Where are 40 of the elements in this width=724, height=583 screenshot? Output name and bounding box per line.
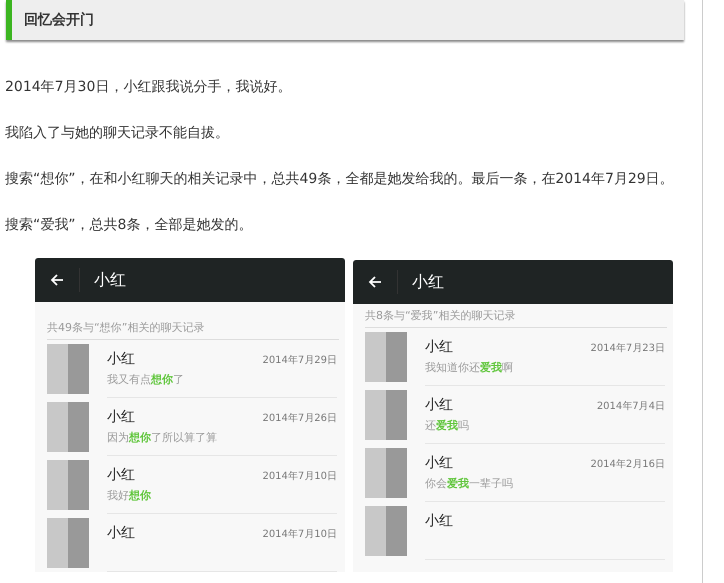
back-arrow-icon[interactable] (367, 274, 383, 290)
avatar-placeholder (365, 332, 407, 382)
message-preview: 你会爱我一辈子吗 (425, 476, 514, 491)
section-title: 回忆会开门 (24, 11, 94, 29)
message-date: 2014年7月26日 (262, 412, 337, 425)
avatar-placeholder (365, 448, 407, 498)
contact-name: 小红 (107, 350, 135, 368)
contact-name: 小红 (107, 408, 135, 426)
avatar-placeholder (47, 402, 89, 452)
message-preview: 因为想你了所以算了算 (107, 430, 218, 445)
message-date: 2014年7月23日 (590, 342, 665, 355)
paragraph: 搜索“爱我”，总共8条，全部是她发的。 (4, 216, 254, 235)
message-date: 2014年7月10日 (262, 528, 337, 541)
paragraph: 搜索“想你”，在和小红聊天的相关记录中，总共49条，全都是她发给我的。最后一条，在2014年7月29日。 (4, 170, 675, 189)
message-preview: 还爱我吗 (425, 418, 470, 433)
message-preview: 我好想你 (107, 488, 152, 503)
result-summary: 共8条与“爱我”相关的聊天记录 (365, 308, 667, 328)
message-date: 2014年7月29日 (262, 354, 337, 367)
paragraph: 我陷入了与她的聊天记录不能自拔。 (4, 124, 230, 143)
chat-title: 小红 (94, 270, 126, 290)
avatar-placeholder (365, 506, 407, 556)
message-preview: 我又有点想你了 (107, 372, 185, 387)
avatar-placeholder (47, 518, 89, 568)
message-date: 2014年2月16日 (590, 458, 665, 471)
contact-name: 小红 (425, 338, 453, 356)
contact-name: 小红 (107, 466, 135, 484)
message-date: 2014年7月10日 (262, 470, 337, 483)
avatar-placeholder (47, 344, 89, 394)
message-preview: 我知道你还爱我啊 (425, 360, 514, 375)
contact-name: 小红 (425, 396, 453, 414)
contact-name: 小红 (107, 524, 135, 542)
result-summary: 共49条与“想你”相关的聊天记录 (47, 320, 339, 340)
chat-title: 小红 (412, 272, 444, 292)
contact-name: 小红 (425, 512, 453, 530)
back-arrow-icon[interactable] (49, 272, 65, 288)
contact-name: 小红 (425, 454, 453, 472)
avatar-placeholder (47, 460, 89, 510)
paragraph: 2014年7月30日，小红跟我说分手，我说好。 (4, 78, 292, 97)
avatar-placeholder (365, 390, 407, 440)
message-date: 2014年7月4日 (596, 400, 665, 413)
